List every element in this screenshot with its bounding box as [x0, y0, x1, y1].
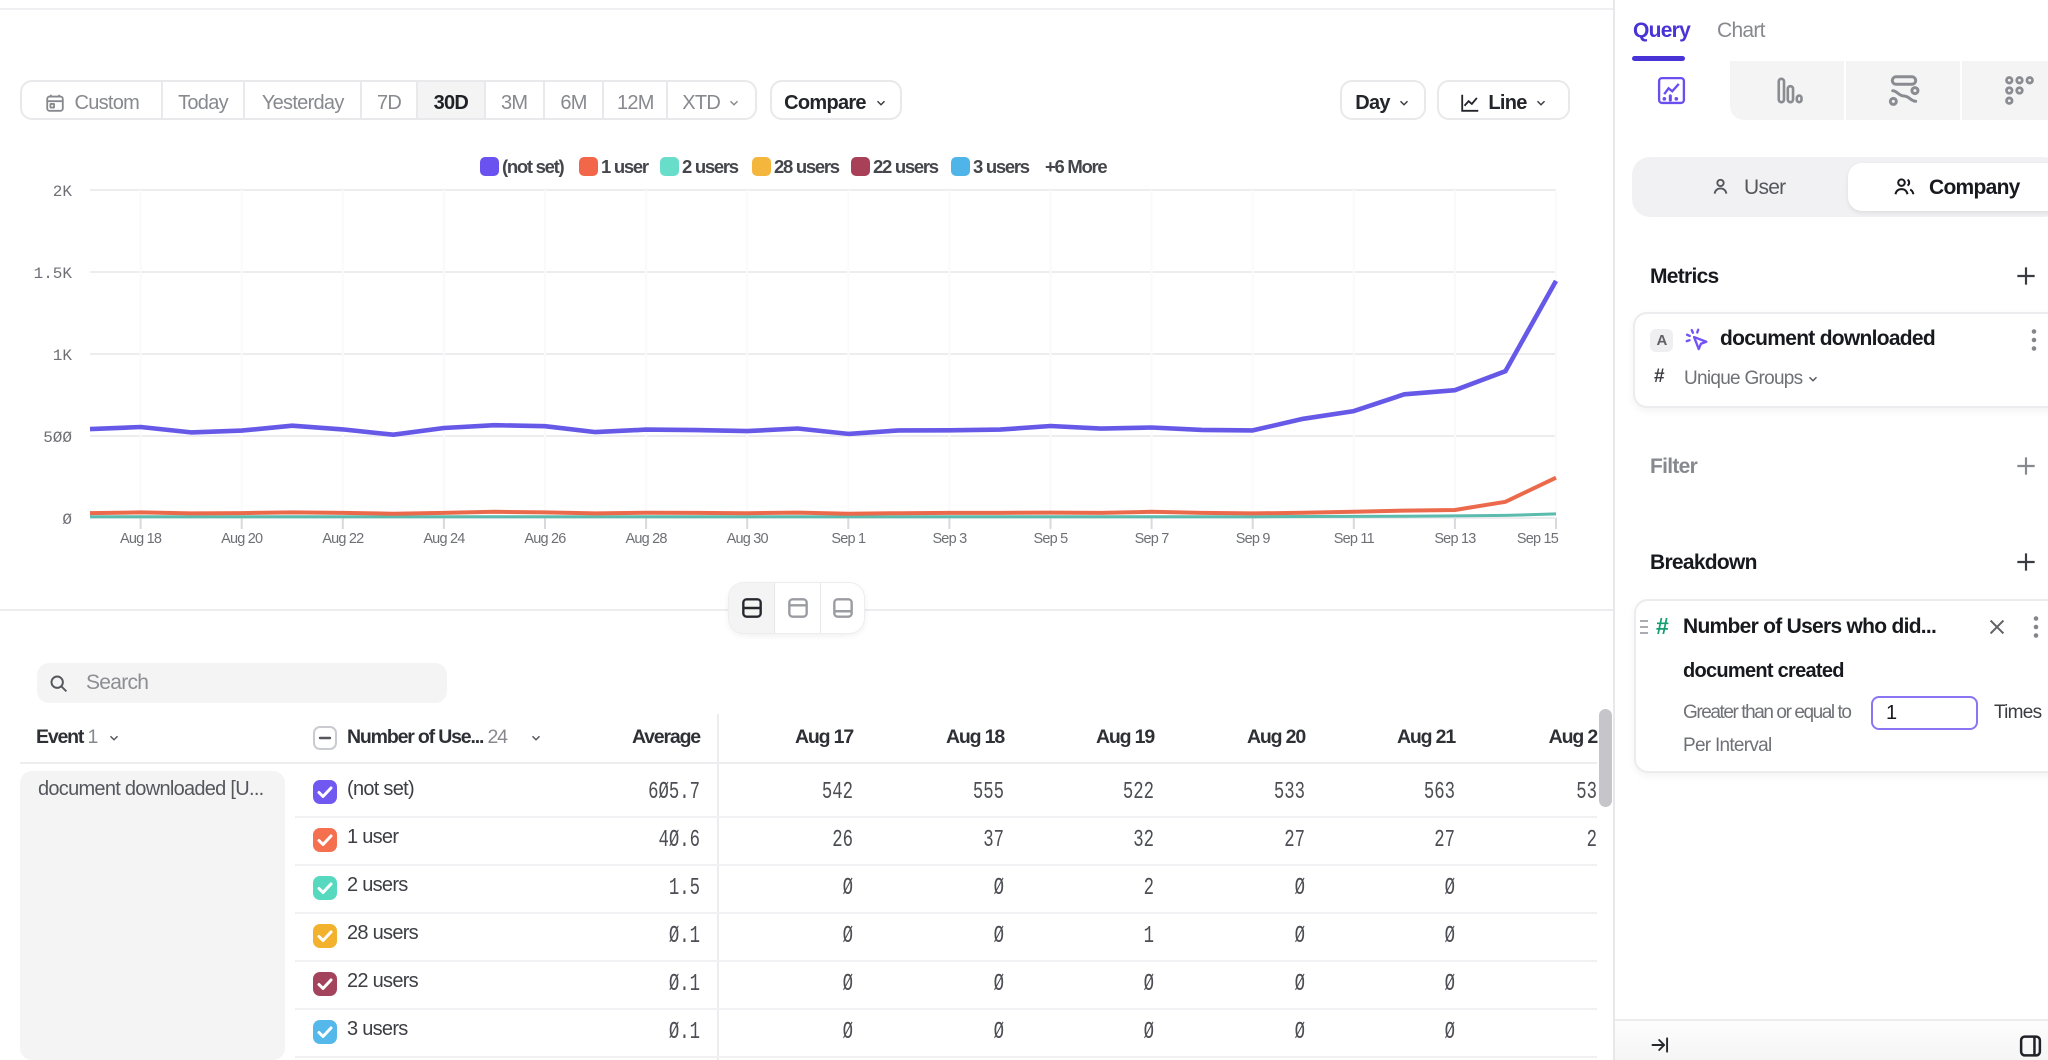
svg-text:Sep 5: Sep 5: [1034, 531, 1069, 547]
svg-text:Aug 18: Aug 18: [120, 531, 162, 547]
svg-text:Sep 1: Sep 1: [831, 531, 866, 547]
svg-text:Sep 13: Sep 13: [1434, 531, 1476, 547]
svg-text:Sep 15: Sep 15: [1517, 531, 1559, 547]
svg-text:Aug 22: Aug 22: [322, 531, 364, 547]
svg-text:Sep 11: Sep 11: [1334, 531, 1375, 547]
svg-text:Sep 3: Sep 3: [932, 531, 967, 547]
svg-text:Sep 9: Sep 9: [1236, 531, 1271, 547]
svg-text:Aug 24: Aug 24: [423, 531, 465, 547]
svg-text:Aug 30: Aug 30: [727, 531, 769, 547]
svg-text:2K: 2K: [53, 183, 73, 201]
svg-text:5ØØ: 5ØØ: [43, 429, 72, 447]
svg-text:Aug 20: Aug 20: [221, 531, 263, 547]
svg-text:Sep 7: Sep 7: [1135, 531, 1170, 547]
svg-text:1K: 1K: [53, 347, 73, 365]
svg-text:1.5K: 1.5K: [34, 265, 73, 283]
svg-text:Ø: Ø: [62, 511, 72, 529]
svg-text:Aug 26: Aug 26: [524, 531, 566, 547]
svg-text:Aug 28: Aug 28: [626, 531, 668, 547]
